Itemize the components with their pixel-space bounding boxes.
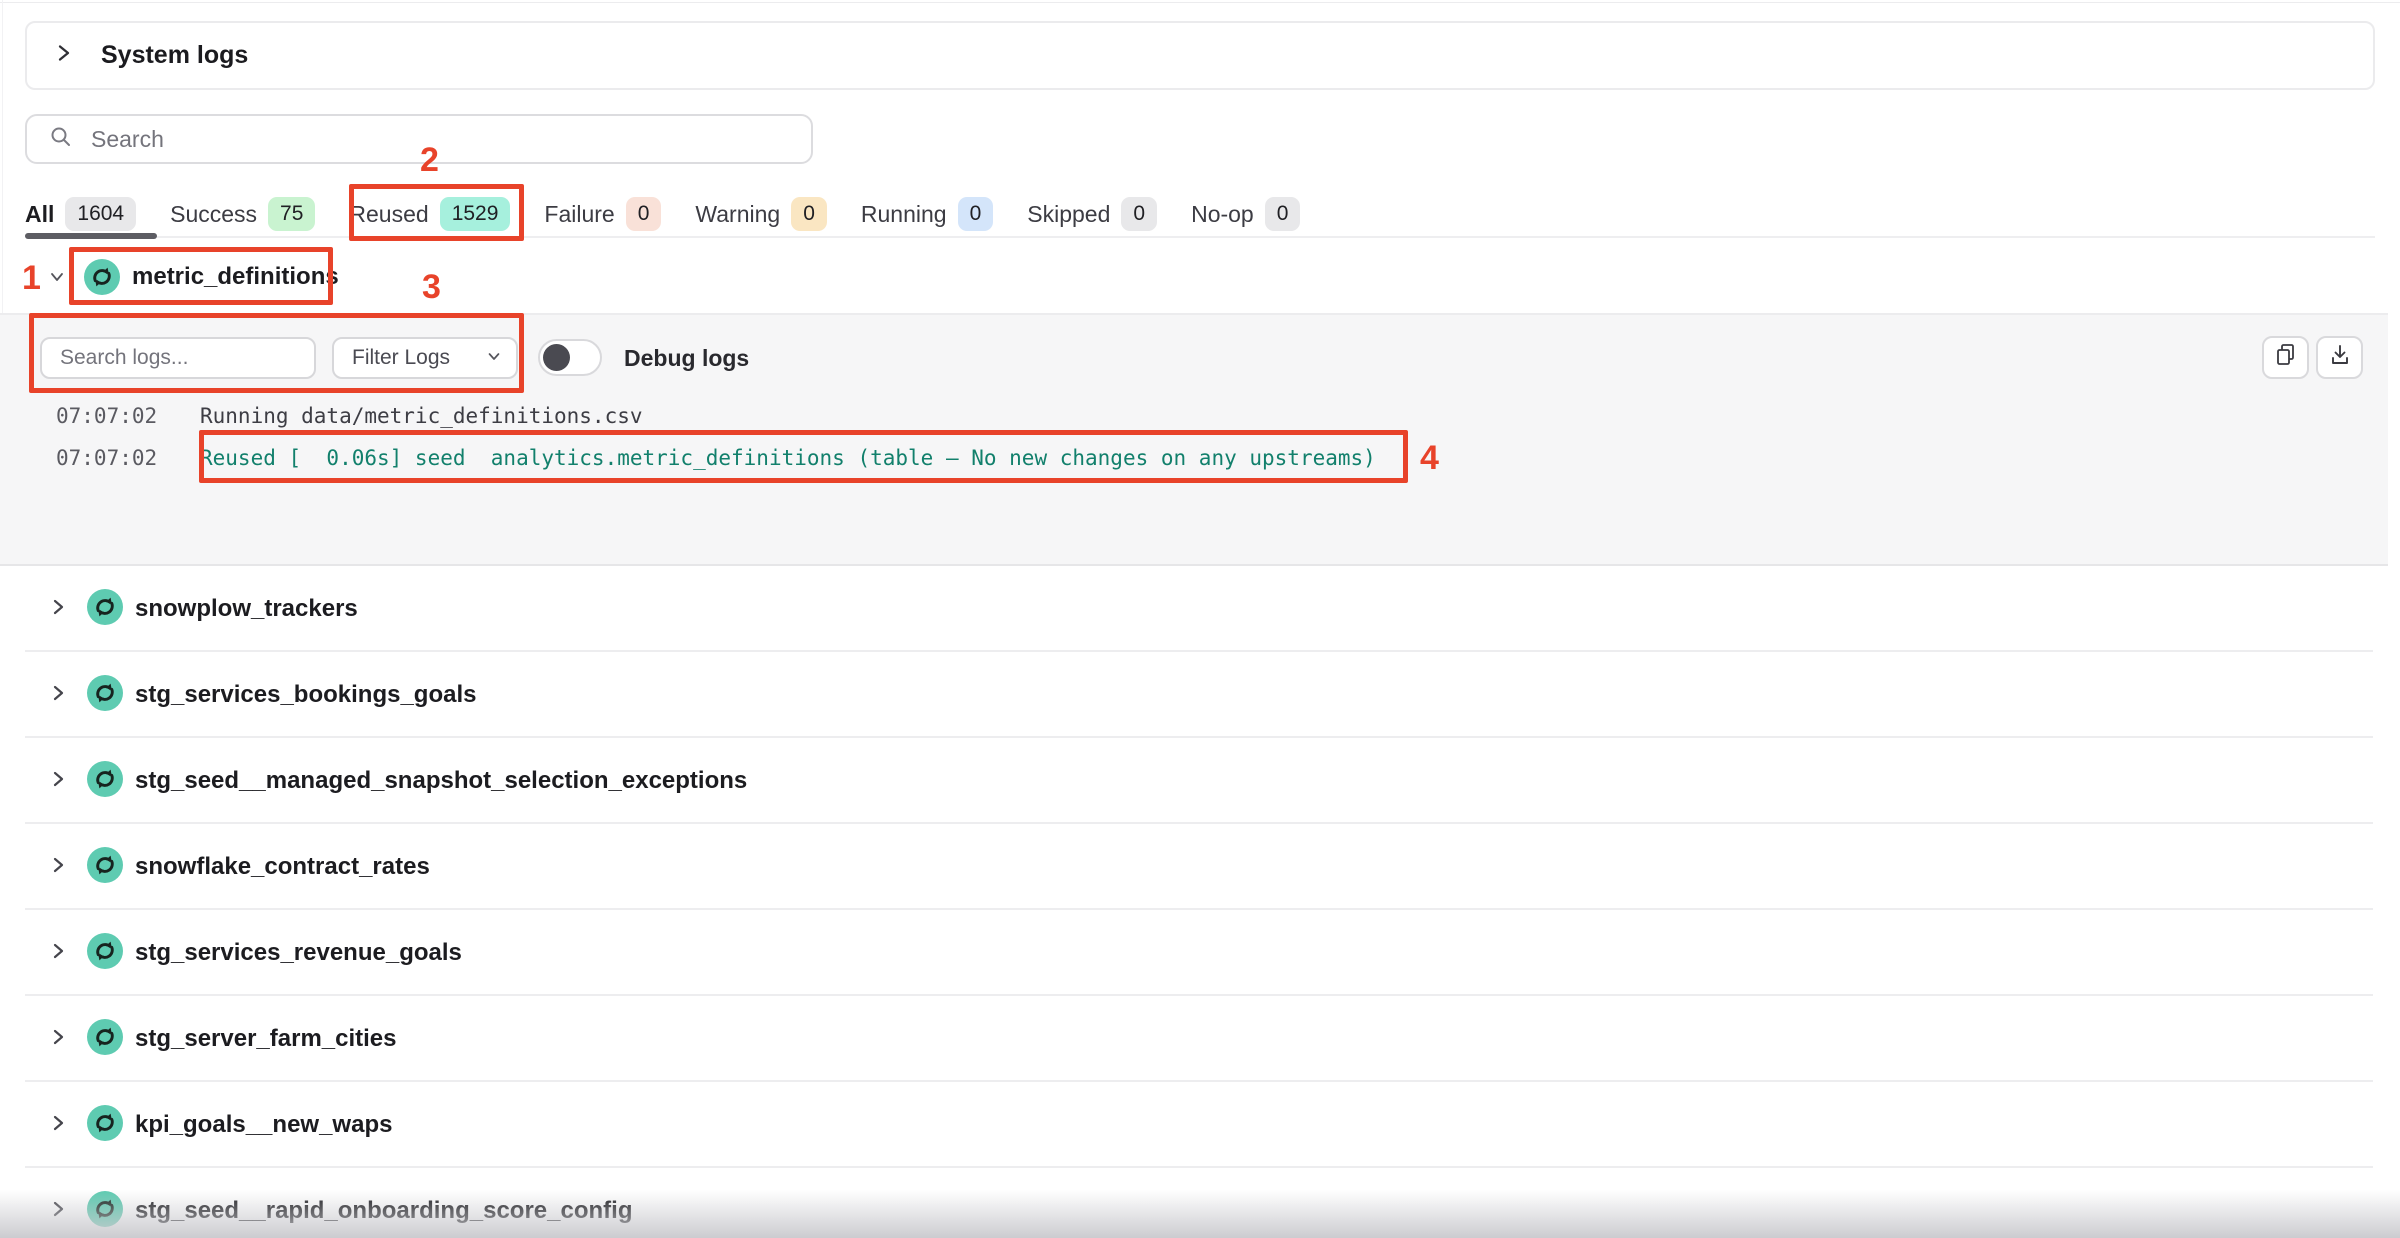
debug-logs-label: Debug logs xyxy=(624,337,749,379)
chevron-right-icon xyxy=(50,1113,67,1138)
item-name: snowplow_trackers xyxy=(135,595,358,623)
collapsed-item-row[interactable]: stg_server_farm_cities xyxy=(0,996,2400,1082)
window-top-border xyxy=(0,2,2400,3)
search-icon xyxy=(49,125,73,154)
download-logs-button[interactable] xyxy=(2316,336,2363,379)
log-timestamp: 07:07:02 xyxy=(56,437,200,479)
tab-label: All xyxy=(25,201,54,228)
copy-icon xyxy=(2274,342,2298,373)
search-input[interactable] xyxy=(89,125,693,154)
reused-seed-icon xyxy=(84,259,120,300)
item-name: stg_seed__managed_snapshot_selection_exc… xyxy=(135,767,747,795)
log-message: Running data/metric_definitions.csv xyxy=(200,395,643,437)
item-name: stg_server_farm_cities xyxy=(135,1025,397,1053)
tab-count-badge: 0 xyxy=(1121,197,1157,231)
collapsed-item-row[interactable]: stg_services_bookings_goals xyxy=(0,652,2400,738)
page-title: System logs xyxy=(101,41,248,70)
chevron-right-icon xyxy=(50,683,67,708)
download-icon xyxy=(2328,342,2352,373)
tab-success[interactable]: Success 75 xyxy=(170,197,315,231)
log-line: 07:07:02 Reused [ 0.06s] seed analytics.… xyxy=(56,437,1376,479)
reused-seed-icon xyxy=(87,847,123,888)
chevron-right-icon xyxy=(50,597,67,622)
status-tab-bar: All 1604 Success 75 Reused 1529 Failure … xyxy=(25,194,1300,234)
tab-label: Failure xyxy=(544,201,614,228)
reused-seed-icon xyxy=(87,675,123,716)
tab-count-badge: 1529 xyxy=(440,197,511,231)
expanded-item-row[interactable]: metric_definitions xyxy=(0,246,2400,308)
tab-label: Running xyxy=(861,201,947,228)
tab-count-badge: 0 xyxy=(1265,197,1301,231)
collapsed-item-row[interactable]: snowflake_contract_rates xyxy=(0,824,2400,910)
global-search[interactable] xyxy=(25,114,813,164)
reused-seed-icon xyxy=(87,1105,123,1146)
tab-skipped[interactable]: Skipped 0 xyxy=(1027,197,1157,231)
chevron-right-icon xyxy=(50,1027,67,1052)
collapsed-item-row[interactable]: stg_services_revenue_goals xyxy=(0,910,2400,996)
item-name: snowflake_contract_rates xyxy=(135,853,430,881)
log-line: 07:07:02 Running data/metric_definitions… xyxy=(56,395,1376,437)
item-name: metric_definitions xyxy=(132,246,339,308)
reused-seed-icon xyxy=(87,589,123,630)
log-message: Reused [ 0.06s] seed analytics.metric_de… xyxy=(200,437,1376,479)
log-output: 07:07:02 Running data/metric_definitions… xyxy=(56,395,1376,479)
active-tab-indicator xyxy=(25,233,157,239)
system-logs-header[interactable]: System logs xyxy=(25,21,2375,90)
log-timestamp: 07:07:02 xyxy=(56,395,200,437)
tab-label: Skipped xyxy=(1027,201,1110,228)
item-name: stg_seed__rapid_onboarding_score_config xyxy=(135,1197,632,1225)
tab-count-badge: 75 xyxy=(268,197,315,231)
chevron-right-icon xyxy=(50,1199,67,1224)
log-search-input[interactable] xyxy=(58,345,292,371)
filter-logs-dropdown[interactable]: Filter Logs xyxy=(332,337,518,379)
collapsed-item-row[interactable]: stg_seed__rapid_onboarding_score_config xyxy=(0,1168,2400,1238)
copy-logs-button[interactable] xyxy=(2262,336,2309,379)
tab-label: Warning xyxy=(695,201,780,228)
collapsed-item-row[interactable]: stg_seed__managed_snapshot_selection_exc… xyxy=(0,738,2400,824)
log-search[interactable] xyxy=(40,337,316,379)
chevron-down-icon[interactable] xyxy=(48,268,66,291)
tab-reused[interactable]: Reused 1529 xyxy=(349,197,510,231)
chevron-right-icon[interactable] xyxy=(54,42,73,69)
tab-label: No-op xyxy=(1191,201,1254,228)
tab-count-badge: 0 xyxy=(626,197,662,231)
logs-panel: Filter Logs Debug logs xyxy=(0,313,2388,566)
chevron-right-icon xyxy=(50,941,67,966)
debug-logs-toggle[interactable] xyxy=(538,339,602,376)
collapsed-item-row[interactable]: snowplow_trackers xyxy=(0,566,2400,652)
tab-failure[interactable]: Failure 0 xyxy=(544,197,661,231)
tab-no-op[interactable]: No-op 0 xyxy=(1191,197,1300,231)
item-name: kpi_goals__new_waps xyxy=(135,1111,392,1139)
toggle-knob xyxy=(543,344,570,371)
tab-warning[interactable]: Warning 0 xyxy=(695,197,826,231)
chevron-right-icon xyxy=(50,769,67,794)
item-name: stg_services_revenue_goals xyxy=(135,939,462,967)
tab-running[interactable]: Running 0 xyxy=(861,197,993,231)
tab-label: Success xyxy=(170,201,257,228)
tab-count-badge: 0 xyxy=(791,197,827,231)
tab-count-badge: 0 xyxy=(958,197,994,231)
chevron-down-icon xyxy=(486,348,502,369)
app-window: System logs All 1604 Success 75 Reused 1… xyxy=(0,0,2400,1238)
filter-logs-label: Filter Logs xyxy=(352,346,450,370)
chevron-right-icon xyxy=(50,855,67,880)
tab-bar-divider xyxy=(25,236,2375,238)
reused-seed-icon xyxy=(87,933,123,974)
tab-all[interactable]: All 1604 xyxy=(25,197,136,231)
reused-seed-icon xyxy=(87,761,123,802)
item-list: snowplow_trackers stg_services_bookings_… xyxy=(0,566,2400,1238)
tab-count-badge: 1604 xyxy=(65,197,136,231)
reused-seed-icon xyxy=(87,1019,123,1060)
collapsed-item-row[interactable]: kpi_goals__new_waps xyxy=(0,1082,2400,1168)
reused-seed-icon xyxy=(87,1191,123,1232)
item-name: stg_services_bookings_goals xyxy=(135,681,476,709)
tab-label: Reused xyxy=(349,201,428,228)
